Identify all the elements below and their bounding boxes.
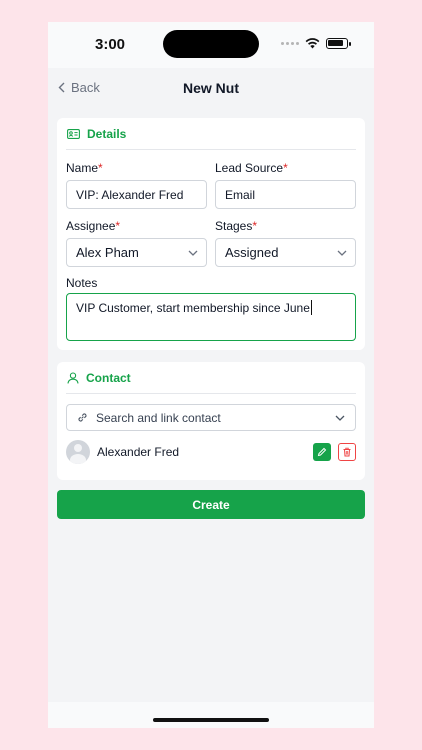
- search-contact-placeholder: Search and link contact: [96, 410, 221, 425]
- lead-source-label-text: Lead Source: [215, 161, 284, 175]
- stages-label: Stages*: [215, 219, 257, 233]
- name-value: VIP: Alexander Fred: [76, 187, 184, 202]
- details-header: Details: [66, 118, 356, 150]
- notes-value: VIP Customer, start membership since Jun…: [76, 300, 312, 315]
- lead-source-input[interactable]: Email: [215, 180, 356, 209]
- required-mark: *: [252, 219, 258, 233]
- create-button[interactable]: Create: [57, 490, 365, 519]
- contact-heading: Contact: [86, 370, 131, 385]
- delete-contact-button[interactable]: [338, 443, 356, 461]
- status-time: 3:00: [95, 36, 126, 53]
- nav-bar: Back New Nut: [48, 68, 374, 108]
- details-heading: Details: [87, 126, 127, 141]
- dynamic-island: [163, 30, 259, 58]
- contact-name: Alexander Fred: [97, 445, 180, 459]
- bottom-bar: [48, 702, 374, 728]
- cellular-signal-icon: [281, 42, 299, 45]
- contact-card: Contact Search and link contact Alexande…: [57, 362, 365, 480]
- required-mark: *: [283, 161, 288, 175]
- status-icons: [281, 38, 351, 49]
- stages-value: Assigned: [225, 245, 279, 260]
- stages-select[interactable]: Assigned: [215, 238, 356, 267]
- chevron-down-icon: [335, 415, 345, 421]
- id-card-icon: [67, 128, 80, 139]
- avatar: [66, 440, 90, 464]
- chevron-down-icon: [337, 250, 347, 256]
- edit-contact-button[interactable]: [313, 443, 331, 461]
- assignee-label-text: Assignee: [66, 219, 116, 233]
- contact-header: Contact: [66, 362, 356, 394]
- notes-textarea[interactable]: VIP Customer, start membership since Jun…: [66, 293, 356, 341]
- lead-source-value: Email: [225, 187, 256, 202]
- required-mark: *: [98, 161, 103, 175]
- wifi-icon: [305, 38, 320, 49]
- assignee-select[interactable]: Alex Pham: [66, 238, 207, 267]
- name-label: Name*: [66, 161, 103, 175]
- battery-icon: [326, 38, 351, 49]
- page-title: New Nut: [183, 80, 239, 96]
- search-contact-select[interactable]: Search and link contact: [66, 404, 356, 431]
- assignee-value: Alex Pham: [76, 245, 139, 260]
- home-indicator: [153, 718, 269, 722]
- details-card: Details Name* VIP: Alexander Fred Lead S…: [57, 118, 365, 350]
- notes-label: Notes: [66, 276, 98, 290]
- status-bar: 3:00: [48, 22, 374, 68]
- lead-source-label: Lead Source*: [215, 161, 288, 175]
- name-input[interactable]: VIP: Alexander Fred: [66, 180, 207, 209]
- linked-contact-row: Alexander Fred: [66, 438, 356, 466]
- trash-icon: [343, 447, 351, 457]
- assignee-label: Assignee*: [66, 219, 120, 233]
- text-cursor: [310, 300, 312, 315]
- link-icon: [78, 413, 87, 422]
- phone-screen: 3:00 Back New Nut Details Name* VIP: Ale…: [48, 22, 374, 728]
- notes-text: VIP Customer, start membership since Jun…: [76, 301, 310, 315]
- stages-label-text: Stages: [215, 219, 253, 233]
- pencil-icon: [317, 447, 327, 457]
- chevron-down-icon: [188, 250, 198, 256]
- required-mark: *: [115, 219, 121, 233]
- user-icon: [67, 371, 79, 383]
- name-label-text: Name: [66, 161, 99, 175]
